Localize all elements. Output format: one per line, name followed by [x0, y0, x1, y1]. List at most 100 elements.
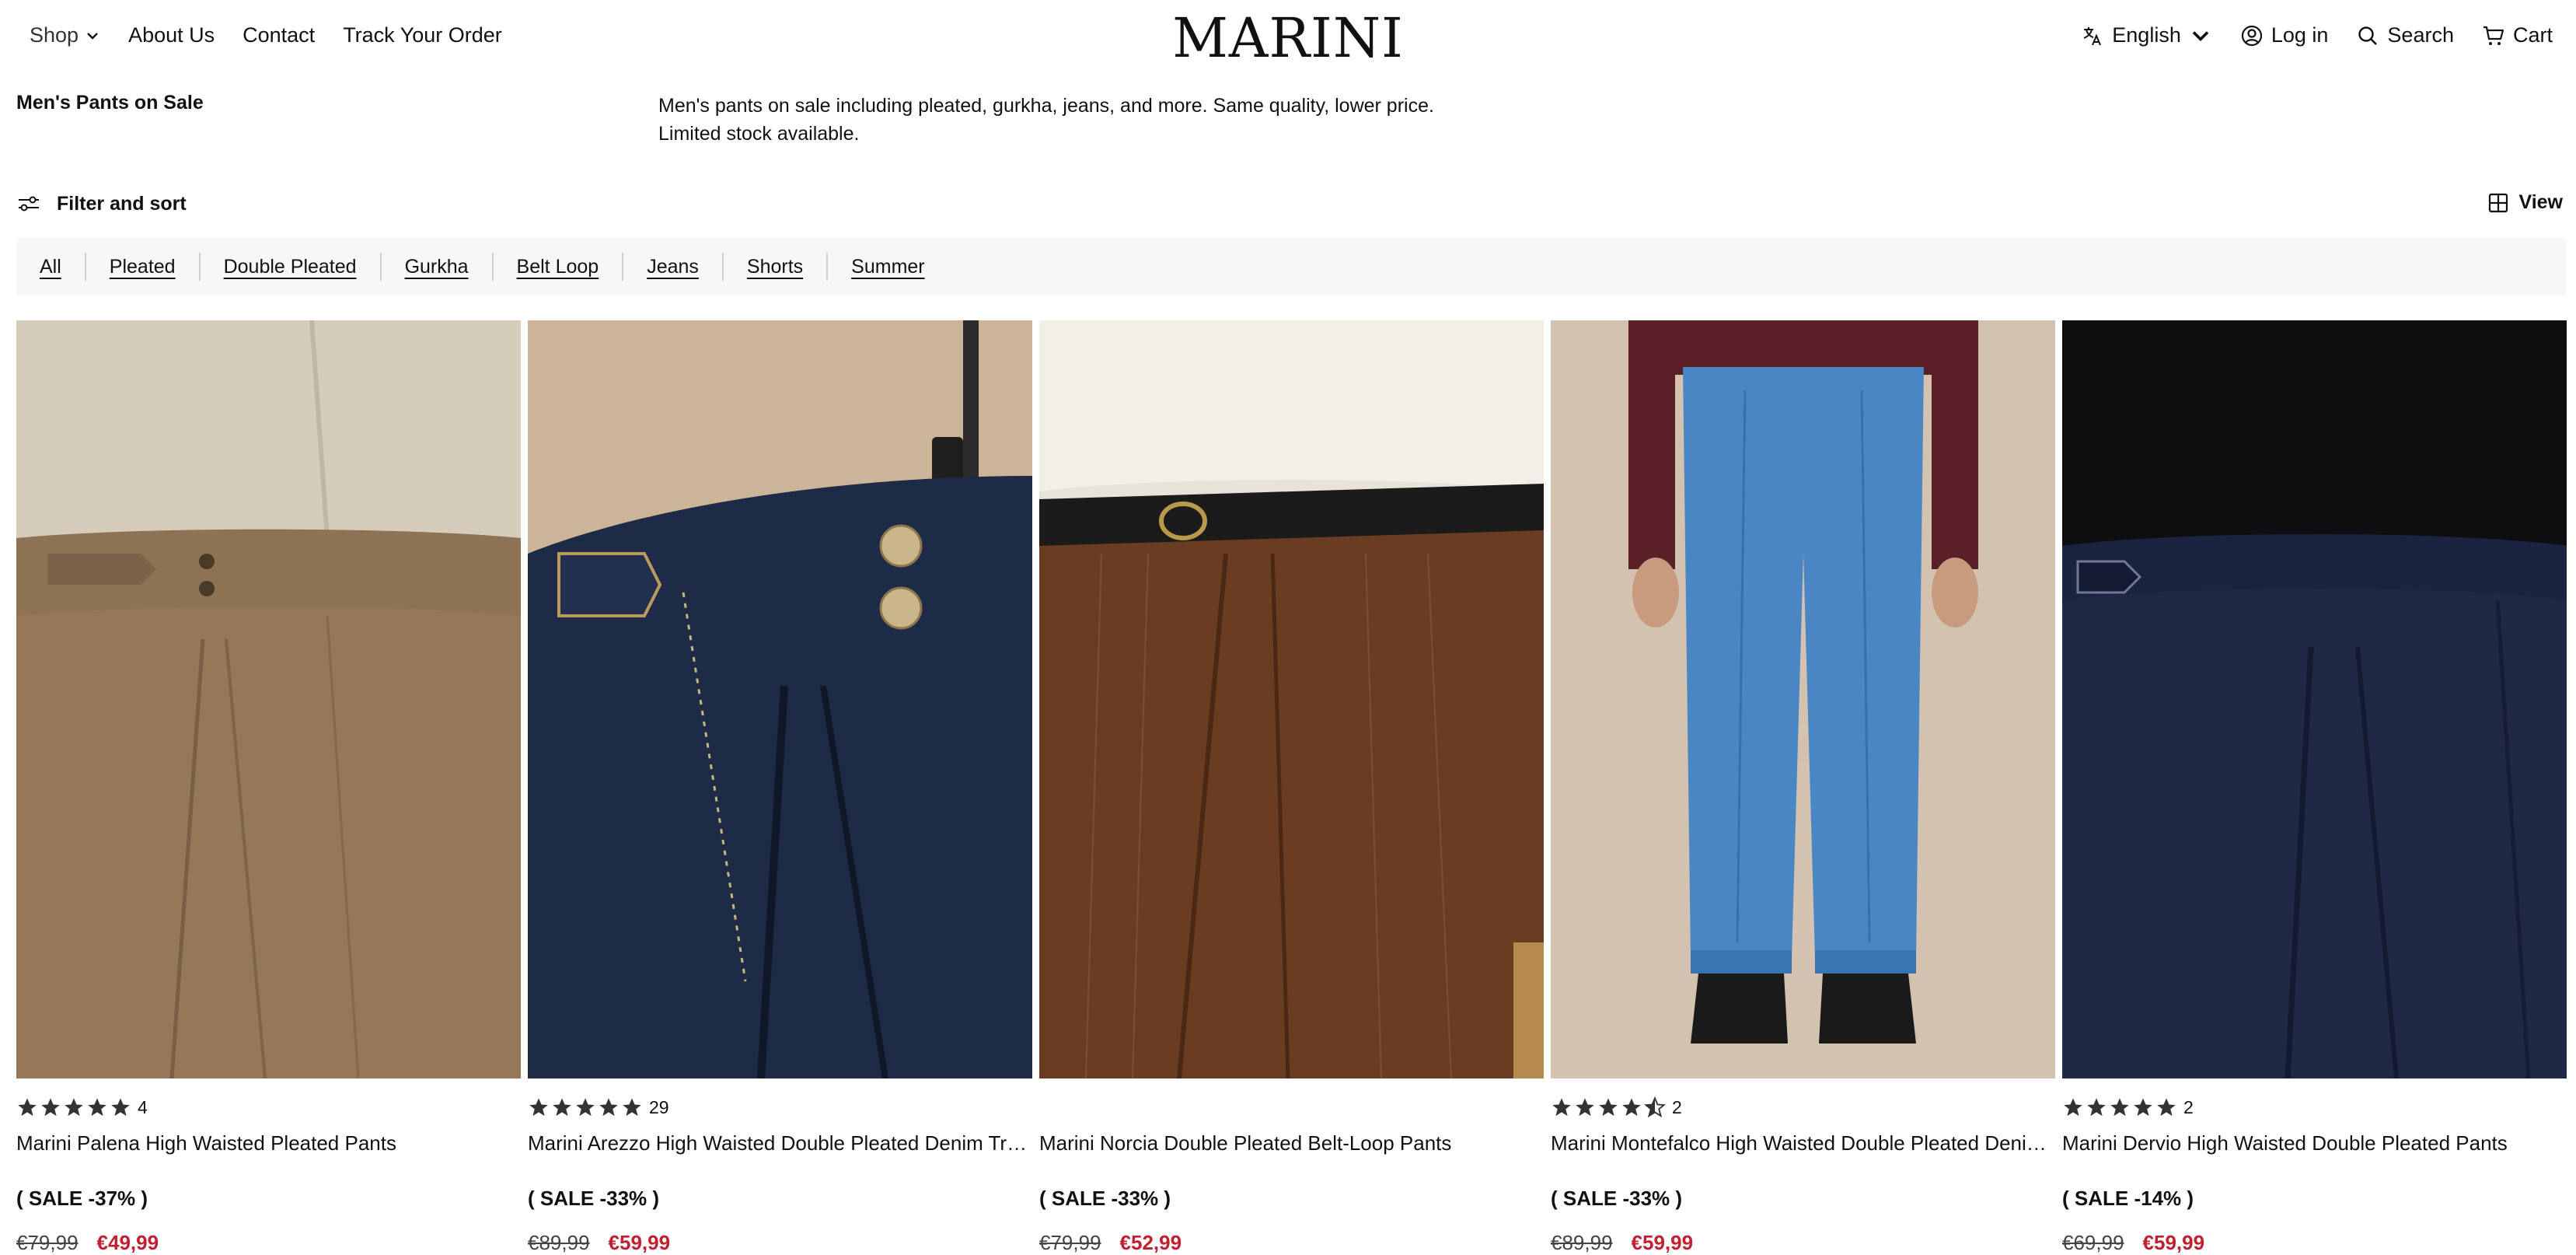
star-icon — [18, 1098, 37, 1117]
chevron-down-icon — [2192, 30, 2209, 41]
tab-pleated[interactable]: Pleated — [110, 256, 199, 278]
page-title: Men's Pants on Sale — [16, 92, 204, 114]
sale-price: €52,99 — [1119, 1231, 1182, 1254]
product-image[interactable] — [528, 320, 1032, 1078]
product-card[interactable]: Marini Norcia Double Pleated Belt-Loop P… — [1039, 320, 1544, 1255]
tab-double-pleated[interactable]: Double Pleated — [224, 256, 380, 278]
product-name[interactable]: Marini Arezzo High Waisted Double Pleate… — [528, 1131, 1032, 1155]
contact-link[interactable]: Contact — [243, 23, 315, 47]
star-icon — [1552, 1098, 1571, 1117]
sale-price: €49,99 — [96, 1231, 159, 1254]
search-button[interactable]: Search — [2356, 23, 2454, 47]
star-icon — [553, 1098, 571, 1117]
login-label: Log in — [2271, 23, 2329, 47]
product-rating: 4 — [16, 1096, 521, 1119]
site-header: Shop About Us Contact Track Your Order M… — [0, 0, 2576, 78]
tab-all[interactable]: All — [40, 256, 85, 278]
view-toggle-button[interactable]: View — [2487, 191, 2563, 214]
product-name[interactable]: Marini Montefalco High Waisted Double Pl… — [1551, 1131, 2055, 1155]
product-rating: 2 — [1551, 1096, 2055, 1119]
product-card[interactable]: 2 Marini Montefalco High Waisted Double … — [1551, 320, 2055, 1255]
original-price: €79,99 — [1039, 1231, 1101, 1254]
star-icon — [2157, 1098, 2176, 1117]
shop-menu[interactable]: Shop — [30, 23, 100, 47]
shop-label: Shop — [30, 23, 79, 47]
language-label: English — [2112, 23, 2181, 47]
tab-divider — [721, 253, 724, 281]
cart-button[interactable]: Cart — [2482, 23, 2553, 47]
star-icon — [2064, 1098, 2082, 1117]
star-icon — [65, 1098, 83, 1117]
price-row: €89,99 €59,99 — [1551, 1231, 2055, 1255]
price-row: €79,99 €49,99 — [16, 1231, 521, 1255]
product-card[interactable]: 2 Marini Dervio High Waisted Double Plea… — [2062, 320, 2567, 1255]
price-row: €69,99 €59,99 — [2062, 1231, 2567, 1255]
track-order-link[interactable]: Track Your Order — [343, 23, 502, 47]
sale-badge: ( SALE -33% ) — [528, 1187, 660, 1210]
sale-badge: ( SALE -14% ) — [2062, 1187, 2194, 1210]
sale-price: €59,99 — [1631, 1231, 1694, 1254]
price-row: €79,99 €52,99 — [1039, 1231, 1544, 1255]
rating-stars — [528, 1096, 643, 1118]
tab-divider — [826, 253, 829, 281]
product-image[interactable] — [2062, 320, 2567, 1078]
language-selector[interactable]: English — [2081, 23, 2212, 47]
product-card[interactable]: 29 Marini Arezzo High Waisted Double Ple… — [528, 320, 1032, 1255]
utility-nav: English Log in Search Cart — [2081, 23, 2553, 47]
star-half-icon — [1644, 1096, 1666, 1118]
product-photo — [1551, 320, 2055, 1078]
star-icon — [41, 1098, 60, 1117]
tab-summer[interactable]: Summer — [851, 256, 948, 278]
cart-icon — [2483, 26, 2504, 45]
sale-badge: ( SALE -37% ) — [16, 1187, 148, 1210]
tab-shorts[interactable]: Shorts — [747, 256, 826, 278]
product-card[interactable]: 4 Marini Palena High Waisted Pleated Pan… — [16, 320, 521, 1255]
product-name[interactable]: Marini Norcia Double Pleated Belt-Loop P… — [1039, 1131, 1544, 1155]
filter-sort-label: Filter and sort — [57, 192, 187, 215]
filter-sort-button[interactable]: Filter and sort — [16, 191, 187, 216]
star-icon — [88, 1098, 106, 1117]
star-icon — [111, 1098, 130, 1117]
login-link[interactable]: Log in — [2240, 23, 2329, 47]
sale-price: €59,99 — [2142, 1231, 2205, 1254]
about-link[interactable]: About Us — [128, 23, 215, 47]
rating-stars — [1551, 1096, 1666, 1118]
star-icon — [1576, 1098, 1594, 1117]
star-icon — [2110, 1098, 2129, 1117]
tab-belt-loop[interactable]: Belt Loop — [517, 256, 623, 278]
product-image[interactable] — [16, 320, 521, 1078]
collection-description: Men's pants on sale including pleated, g… — [658, 92, 1513, 148]
star-icon — [2134, 1098, 2152, 1117]
original-price: €69,99 — [2062, 1231, 2124, 1254]
product-name[interactable]: Marini Palena High Waisted Pleated Pants — [16, 1131, 521, 1155]
rating-stars — [2062, 1096, 2177, 1118]
grid-icon — [2489, 193, 2508, 212]
tab-gurkha[interactable]: Gurkha — [405, 256, 492, 278]
product-image[interactable] — [1039, 320, 1544, 1078]
description-line: Limited stock available. — [658, 123, 860, 145]
product-photo — [16, 320, 521, 1078]
cart-label: Cart — [2512, 23, 2553, 47]
price-row: €89,99 €59,99 — [528, 1231, 1032, 1255]
product-name[interactable]: Marini Dervio High Waisted Double Pleate… — [2062, 1131, 2567, 1155]
review-count: 29 — [649, 1096, 669, 1117]
product-rating — [1039, 1096, 1544, 1119]
sale-price: €59,99 — [608, 1231, 671, 1254]
star-icon — [599, 1098, 618, 1117]
star-icon — [576, 1098, 595, 1117]
toolbar: Filter and sort View — [16, 191, 2563, 219]
sale-badge: ( SALE -33% ) — [1551, 1187, 1683, 1210]
sale-badge: ( SALE -33% ) — [1039, 1187, 1171, 1210]
product-rating: 29 — [528, 1096, 1032, 1119]
tab-divider — [379, 253, 382, 281]
chevron-down-icon — [87, 32, 98, 40]
tab-jeans[interactable]: Jeans — [647, 256, 722, 278]
review-count: 2 — [1672, 1096, 1682, 1117]
logo[interactable]: MARINI — [1172, 6, 1403, 70]
product-image[interactable] — [1551, 320, 2055, 1078]
review-count: 4 — [138, 1096, 148, 1117]
description-line: Men's pants on sale including pleated, g… — [658, 95, 1434, 117]
product-photo — [2062, 320, 2567, 1078]
product-rating: 2 — [2062, 1096, 2567, 1119]
original-price: €79,99 — [16, 1231, 79, 1254]
